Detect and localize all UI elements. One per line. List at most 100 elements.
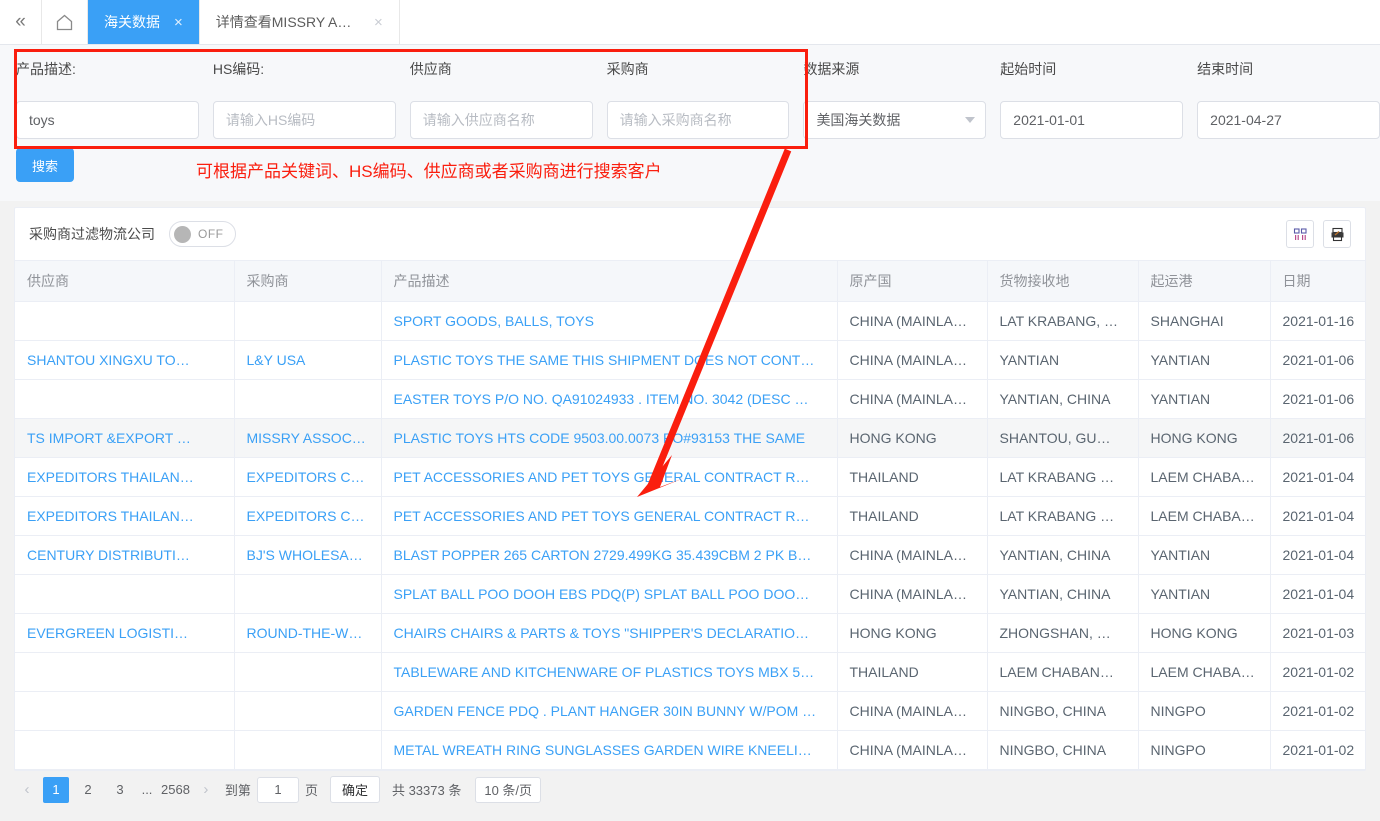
tab-detail-view[interactable]: 详情查看MISSRY ASS... × bbox=[200, 0, 400, 44]
cell-receipt: YANTIAN, CHINA bbox=[987, 379, 1139, 419]
cell-product[interactable]: EASTER TOYS P/O NO. QA91024933 . ITEM NO… bbox=[381, 379, 838, 419]
column-header-date[interactable]: 日期 bbox=[1270, 261, 1365, 302]
start-date-input[interactable] bbox=[1000, 101, 1184, 139]
tab-customs-data[interactable]: 海关数据 × bbox=[88, 0, 200, 44]
cell-product[interactable]: BLAST POPPER 265 CARTON 2729.499KG 35.43… bbox=[381, 535, 838, 575]
cell-product[interactable]: PLASTIC TOYS THE SAME THIS SHIPMENT DOES… bbox=[381, 340, 838, 380]
table-row[interactable]: SPLAT BALL POO DOOH EBS PDQ(P) SPLAT BAL… bbox=[15, 574, 1365, 614]
cell-port: LAEM CHABANG bbox=[1138, 496, 1271, 536]
cell-product[interactable]: PET ACCESSORIES AND PET TOYS GENERAL CON… bbox=[381, 457, 838, 497]
table-row[interactable]: METAL WREATH RING SUNGLASSES GARDEN WIRE… bbox=[15, 730, 1365, 770]
cell-receipt: LAT KRABANG … bbox=[987, 457, 1139, 497]
cell-supplier[interactable]: SHANTOU XINGXU TO… bbox=[15, 340, 235, 380]
cell-date: 2021-01-04 bbox=[1270, 496, 1365, 536]
buyer-input[interactable] bbox=[606, 101, 790, 139]
results-toolbar: 采购商过滤物流公司 OFF bbox=[15, 208, 1365, 260]
cell-port: SHANGHAI bbox=[1138, 301, 1271, 341]
data-source-select[interactable] bbox=[803, 101, 987, 139]
table-row[interactable]: EXPEDITORS THAILAN… EXPEDITORS C… PET ACCE… bbox=[15, 496, 1365, 536]
close-icon[interactable]: × bbox=[374, 15, 383, 30]
cell-buyer bbox=[234, 691, 382, 731]
cell-port: HONG KONG bbox=[1138, 418, 1271, 458]
cell-receipt: NINGBO, CHINA bbox=[987, 691, 1139, 731]
page-button-last[interactable]: 2568 bbox=[161, 777, 190, 803]
cell-buyer[interactable]: EXPEDITORS C… bbox=[234, 457, 382, 497]
cell-supplier[interactable]: EVERGREEN LOGISTI… bbox=[15, 613, 235, 653]
cell-product[interactable]: SPLAT BALL POO DOOH EBS PDQ(P) SPLAT BAL… bbox=[381, 574, 838, 614]
table-row[interactable]: CENTURY DISTRIBUTI… BJ'S WHOLESA… BLAST PO… bbox=[15, 535, 1365, 575]
table-row[interactable]: SHANTOU XINGXU TO… L&Y USA PLASTIC TOYS TH… bbox=[15, 340, 1365, 380]
cell-origin: CHINA (MAINLA… bbox=[837, 730, 988, 770]
supplier-input[interactable] bbox=[409, 101, 593, 139]
cell-date: 2021-01-03 bbox=[1270, 613, 1365, 653]
confirm-page-button[interactable]: 确定 bbox=[329, 776, 380, 803]
column-header-origin[interactable]: 原产国 bbox=[837, 261, 988, 302]
field-label: 数据来源 bbox=[803, 61, 860, 77]
cell-buyer[interactable]: MISSRY ASSOC… bbox=[234, 418, 382, 458]
column-header-port[interactable]: 起运港 bbox=[1138, 261, 1271, 302]
cell-product[interactable]: PET ACCESSORIES AND PET TOYS GENERAL CON… bbox=[381, 496, 838, 536]
results-card: 采购商过滤物流公司 OFF 供应商 采购商 产品描述 原产国 货物接收地 起运港… bbox=[14, 207, 1366, 771]
goto-suffix-label: 页 bbox=[304, 783, 318, 798]
page-button-1[interactable]: 1 bbox=[43, 776, 69, 803]
cell-supplier[interactable]: EXPEDITORS THAILAN… bbox=[15, 496, 235, 536]
cell-receipt: LAT KRABANG … bbox=[987, 496, 1139, 536]
table-row[interactable]: TS IMPORT &EXPORT … MISSRY ASSOC… PLASTIC … bbox=[15, 418, 1365, 458]
cell-buyer[interactable]: BJ'S WHOLESA… bbox=[234, 535, 382, 575]
results-table-scroll[interactable]: 供应商 采购商 产品描述 原产国 货物接收地 起运港 日期 SPORT GOOD… bbox=[15, 260, 1365, 770]
data-source-value[interactable] bbox=[803, 101, 987, 139]
columns-settings-button[interactable] bbox=[1286, 220, 1314, 248]
cell-product[interactable]: METAL WREATH RING SUNGLASSES GARDEN WIRE… bbox=[381, 730, 838, 770]
cell-supplier bbox=[15, 691, 235, 731]
cell-port: YANTIAN bbox=[1138, 574, 1271, 614]
toggle-state-label: OFF bbox=[198, 227, 224, 241]
end-date-input[interactable] bbox=[1197, 101, 1380, 139]
cell-supplier[interactable]: CENTURY DISTRIBUTI… bbox=[15, 535, 235, 575]
goto-page-input[interactable] bbox=[256, 776, 299, 803]
hs-code-input[interactable] bbox=[212, 101, 396, 139]
table-row[interactable]: TABLEWARE AND KITCHENWARE OF PLASTICS TO… bbox=[15, 652, 1365, 692]
cell-product[interactable]: PLASTIC TOYS HTS CODE 9503.00.0073 PO#93… bbox=[381, 418, 838, 458]
column-header-buyer[interactable]: 采购商 bbox=[234, 261, 382, 302]
table-row[interactable]: GARDEN FENCE PDQ . PLANT HANGER 30IN BUN… bbox=[15, 691, 1365, 731]
cell-port: LAEM CHABANG bbox=[1138, 457, 1271, 497]
page-button-3[interactable]: 3 bbox=[107, 777, 133, 803]
cell-buyer bbox=[234, 301, 382, 341]
product-description-input[interactable] bbox=[16, 101, 199, 139]
cell-port: HONG KONG bbox=[1138, 613, 1271, 653]
cell-product[interactable]: GARDEN FENCE PDQ . PLANT HANGER 30IN BUN… bbox=[381, 691, 838, 731]
home-button[interactable] bbox=[42, 0, 88, 44]
total-count-label: 共 33373 条 bbox=[391, 783, 462, 798]
page-button-2[interactable]: 2 bbox=[75, 777, 101, 803]
column-header-receipt[interactable]: 货物接收地 bbox=[987, 261, 1139, 302]
table-row[interactable]: EVERGREEN LOGISTI… ROUND-THE-W… CHAIRS CHA… bbox=[15, 613, 1365, 653]
cell-product[interactable]: SPORT GOODS, BALLS, TOYS bbox=[381, 301, 838, 341]
cell-supplier[interactable]: TS IMPORT &EXPORT … bbox=[15, 418, 235, 458]
cell-receipt: YANTIAN bbox=[987, 340, 1139, 380]
cell-product[interactable]: CHAIRS CHAIRS & PARTS & TOYS "SHIPPER'S … bbox=[381, 613, 838, 653]
table-row[interactable]: SPORT GOODS, BALLS, TOYS CHINA (MAINLA… LA… bbox=[15, 301, 1365, 341]
cell-supplier[interactable]: EXPEDITORS THAILAN… bbox=[15, 457, 235, 497]
table-row[interactable]: EXPEDITORS THAILAN… EXPEDITORS C… PET ACCE… bbox=[15, 457, 1365, 497]
buyer-filter-toggle[interactable]: OFF bbox=[169, 221, 236, 247]
cell-date: 2021-01-04 bbox=[1270, 457, 1365, 497]
table-header-row: 供应商 采购商 产品描述 原产国 货物接收地 起运港 日期 bbox=[15, 261, 1365, 302]
table-row[interactable]: EASTER TOYS P/O NO. QA91024933 . ITEM NO… bbox=[15, 379, 1365, 419]
export-button[interactable] bbox=[1323, 220, 1351, 248]
cell-buyer[interactable]: ROUND-THE-W… bbox=[234, 613, 382, 653]
cell-port: YANTIAN bbox=[1138, 379, 1271, 419]
column-header-product[interactable]: 产品描述 bbox=[381, 261, 838, 302]
cell-buyer[interactable]: EXPEDITORS C… bbox=[234, 496, 382, 536]
prev-page-button[interactable]: ‹ bbox=[14, 777, 40, 803]
column-header-supplier[interactable]: 供应商 bbox=[15, 261, 235, 302]
cell-product[interactable]: TABLEWARE AND KITCHENWARE OF PLASTICS TO… bbox=[381, 652, 838, 692]
tab-label: 海关数据 bbox=[104, 14, 160, 30]
next-page-button[interactable]: › bbox=[193, 777, 219, 803]
field-start-date: 起始时间 bbox=[1000, 59, 1184, 139]
cell-buyer[interactable]: L&Y USA bbox=[234, 340, 382, 380]
collapse-sidebar-button[interactable]: « bbox=[0, 0, 42, 44]
search-button[interactable]: 搜索 bbox=[16, 148, 75, 182]
buyer-filter-label: 采购商过滤物流公司 bbox=[29, 226, 155, 242]
page-size-select[interactable]: 10 条/页 bbox=[475, 776, 542, 803]
close-icon[interactable]: × bbox=[174, 15, 183, 30]
